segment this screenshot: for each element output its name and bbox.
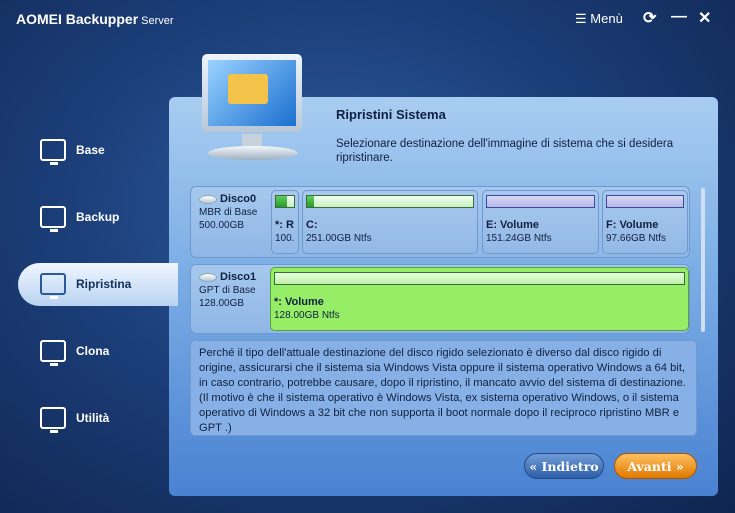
partition[interactable]: C: 251.00GB Ntfs <box>302 190 478 254</box>
base-icon <box>40 139 66 165</box>
sidebar-item-label: Backup <box>76 210 120 224</box>
disk-row-selected[interactable]: Disco1 GPT di Base 128.00GB *: Volume 128.0… <box>190 264 690 334</box>
disk-info: Disco1 GPT di Base 128.00GB <box>199 271 257 309</box>
disk-row[interactable]: Disco0 MBR di Base 500.00GB *: R 100. C: 251… <box>190 186 690 258</box>
minimize-icon[interactable]: — <box>671 8 687 26</box>
close-icon[interactable]: ✕ <box>698 8 711 28</box>
partition-selected[interactable]: *: Volume 128.00GB Ntfs <box>270 267 689 331</box>
scrollbar[interactable] <box>701 188 705 332</box>
disk-type: GPT di Base <box>199 285 256 296</box>
sidebar-item-ripristina[interactable]: Ripristina <box>40 269 160 299</box>
sidebar-item-base[interactable]: Base <box>40 135 160 165</box>
restore-icon <box>40 273 66 299</box>
hdd-icon <box>199 272 217 282</box>
disk-type: MBR di Base <box>199 207 258 218</box>
sidebar-item-clona[interactable]: Clona <box>40 336 160 366</box>
sidebar-item-label: Base <box>76 143 105 157</box>
sidebar-item-label: Clona <box>76 344 110 358</box>
partition[interactable]: *: R 100. <box>271 190 299 254</box>
disk-info: Disco0 MBR di Base 500.00GB <box>199 193 258 231</box>
sidebar-item-label: Utilità <box>76 411 110 425</box>
warning-message: Perché il tipo dell'attuale destinazione… <box>190 340 697 436</box>
sidebar-item-backup[interactable]: Backup <box>40 202 160 232</box>
disk-size: 500.00GB <box>199 220 245 231</box>
sidebar-item-utilita[interactable]: Utilità <box>40 403 160 433</box>
partition[interactable]: F: Volume 97.66GB Ntfs <box>602 190 688 254</box>
menu-label: Menù <box>590 11 623 26</box>
back-button[interactable]: « Indietro <box>524 453 604 479</box>
clone-icon <box>40 340 66 366</box>
menu-icon: ☰ <box>575 11 591 26</box>
page-description: Selezionare destinazione dell'immagine d… <box>336 138 674 164</box>
app-name: AOMEI Backupper <box>16 11 139 27</box>
partition[interactable]: E: Volume 151.24GB Ntfs <box>482 190 599 254</box>
hdd-icon <box>199 194 217 204</box>
menu-button[interactable]: ☰ Menù <box>575 11 623 27</box>
next-button[interactable]: Avanti » <box>614 453 697 479</box>
app-title: AOMEI Backupper Server <box>16 11 174 27</box>
refresh-icon[interactable]: ⟳ <box>643 8 656 28</box>
monitor-restore-icon <box>198 52 310 166</box>
tools-icon <box>40 407 66 433</box>
backup-icon <box>40 206 66 232</box>
disk-size: 128.00GB <box>199 298 245 309</box>
page-title: Ripristini Sistema <box>336 107 446 122</box>
app-edition: Server <box>141 15 174 27</box>
sidebar-item-label: Ripristina <box>76 277 132 291</box>
